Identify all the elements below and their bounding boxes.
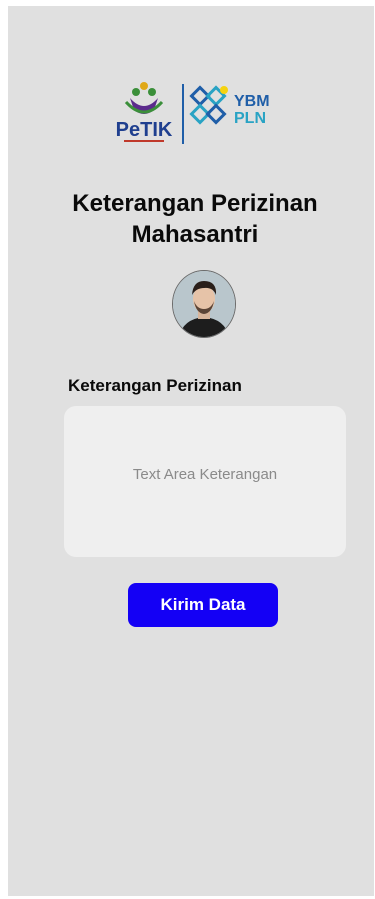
- page-title: Keterangan Perizinan Mahasantri: [72, 190, 318, 248]
- pln-text: PLN: [234, 110, 266, 127]
- ybm-pln-logo: YBM PLN: [189, 85, 270, 127]
- user-avatar-icon: [173, 271, 235, 337]
- ybm-text: YBM: [234, 93, 270, 110]
- app-screen: PeTIK YBM PLN Keterangan Perizinan Mahas…: [8, 6, 374, 896]
- petik-text: PeTIK: [116, 119, 173, 141]
- keterangan-label: Keterangan Perizinan: [68, 376, 242, 395]
- kirim-data-button[interactable]: Kirim Data: [128, 583, 278, 627]
- logo-header: PeTIK YBM PLN: [114, 76, 294, 156]
- avatar: [172, 270, 236, 338]
- keterangan-textarea[interactable]: [64, 406, 346, 557]
- petik-logo: PeTIK: [116, 82, 173, 142]
